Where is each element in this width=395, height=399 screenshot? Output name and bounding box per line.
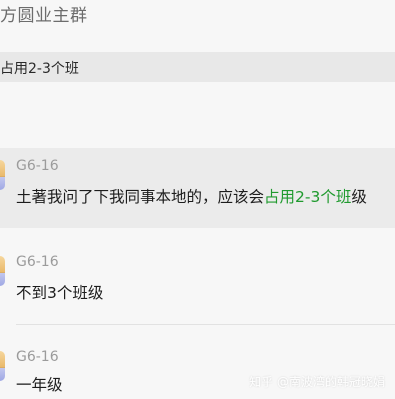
avatar[interactable] xyxy=(0,256,5,286)
message-sender: G6-16 xyxy=(16,158,59,174)
message-text-after: 级 xyxy=(351,188,367,206)
search-query[interactable]: 占用2-3个班 xyxy=(0,58,79,78)
title-bar: 方圆业主群 xyxy=(0,0,395,36)
message-sender: G6-16 xyxy=(16,254,59,270)
message-text: 土著我问了下我同事本地的，应该会占用2-3个班级 xyxy=(16,185,367,207)
chat-history-window: 方圆业主群 占用2-3个班 G6-16 土著我问了下我同事本地的，应该会占用2-… xyxy=(0,0,395,399)
chat-title: 方圆业主群 xyxy=(0,6,88,26)
search-bar[interactable]: 占用2-3个班 xyxy=(0,52,395,82)
search-match: 占用2-3个班 xyxy=(264,188,352,206)
message-sender: G6-16 xyxy=(16,349,59,365)
watermark: 知乎 @南波湾的韩冠晓娟 xyxy=(249,375,385,389)
message-text: 一年级 xyxy=(16,376,63,394)
avatar[interactable] xyxy=(0,160,5,190)
message-text: 不到3个班级 xyxy=(16,284,104,302)
avatar[interactable] xyxy=(0,351,5,381)
message-item[interactable]: G6-16 土著我问了下我同事本地的，应该会占用2-3个班级 xyxy=(0,148,395,228)
message-item[interactable]: G6-16 不到3个班级 xyxy=(0,228,395,324)
message-text-before: 土著我问了下我同事本地的，应该会 xyxy=(16,188,265,206)
